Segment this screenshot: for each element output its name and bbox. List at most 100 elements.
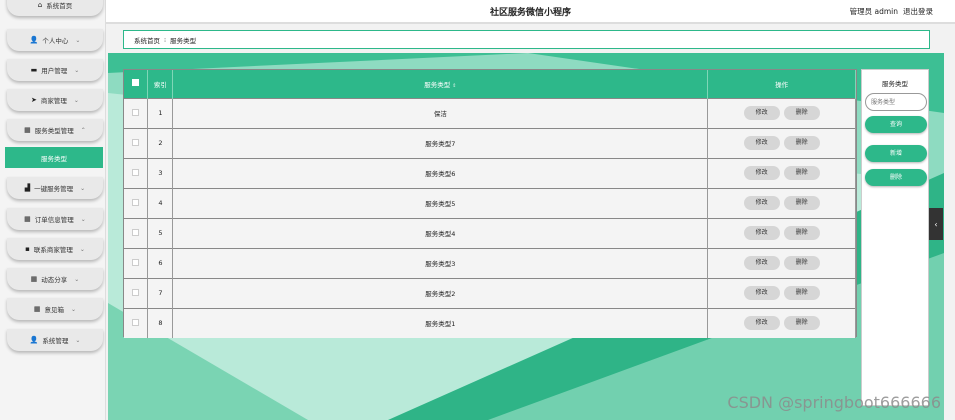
delete-button[interactable]: 删除 — [783, 226, 820, 240]
header-service-type[interactable]: 服务类型 ⇕ — [172, 70, 709, 98]
select-all-checkbox[interactable] — [132, 79, 140, 87]
header-select-all[interactable] — [124, 70, 149, 98]
edit-button[interactable]: 修改 — [743, 286, 780, 300]
sidebar-item-system[interactable]: 👤 系统管理 ⌄ — [7, 329, 103, 351]
search-panel: 服务类型 查询 新增 删除 — [861, 69, 929, 406]
user-label: 管理员 admin — [849, 7, 898, 16]
chevron-down-icon: ⌄ — [80, 215, 86, 223]
delete-button[interactable]: 删除 — [783, 196, 820, 210]
send-icon: ➤ — [31, 96, 37, 104]
row-checkbox[interactable] — [132, 168, 140, 176]
chevron-up-icon: ⌃ — [80, 126, 86, 134]
edit-button[interactable]: 修改 — [743, 196, 780, 210]
grid-icon: ▦ — [24, 215, 31, 223]
chevron-down-icon: ⌄ — [71, 305, 77, 313]
sidebar-item-label: 服务类型管理 — [34, 127, 74, 135]
delete-button[interactable]: 删除 — [783, 136, 820, 150]
delete-button[interactable]: 删除 — [783, 286, 820, 300]
table-header-row: 索引 服务类型 ⇕ 操作 — [124, 70, 856, 98]
table-row: 8 服务类型1 修改 删除 — [124, 308, 856, 338]
row-service-type: 服务类型4 — [172, 218, 709, 248]
delete-button[interactable]: 删除 — [783, 316, 820, 331]
row-service-type: 服务类型3 — [172, 248, 709, 278]
watermark: CSDN @springboot666666 — [727, 393, 941, 412]
sidebar-item-label: 系统管理 — [42, 337, 69, 345]
chevron-down-icon: ⌄ — [75, 336, 81, 344]
chat-icon: ▪ — [25, 245, 30, 253]
row-checkbox[interactable] — [132, 288, 140, 296]
table-row: 7 服务类型2 修改 删除 — [124, 278, 856, 308]
data-table-panel: 索引 服务类型 ⇕ 操作 1 保洁 修改 删除 2 服务类型7 修改 删除 3 服务类… — [123, 69, 857, 338]
sidebar-item-users[interactable]: ▬ 用户管理 ⌄ — [7, 59, 103, 81]
user-icon: 👤 — [29, 336, 39, 344]
logout-link[interactable]: 退出登录 — [903, 7, 933, 16]
breadcrumb: 系统首页 ⁝ 服务类型 — [123, 30, 930, 49]
service-type-table: 索引 服务类型 ⇕ 操作 1 保洁 修改 删除 2 服务类型7 修改 删除 3 服务类… — [124, 70, 856, 338]
folder-icon: ▬ — [30, 66, 38, 74]
row-index: 1 — [147, 98, 174, 128]
row-index: 8 — [147, 308, 174, 338]
edit-button[interactable]: 修改 — [743, 106, 780, 120]
sidebar-item-label: 意见箱 — [44, 306, 65, 314]
breadcrumb-home[interactable]: 系统首页 — [134, 35, 160, 45]
collapse-panel-button[interactable]: ‹ — [929, 208, 943, 240]
row-service-type: 服务类型2 — [172, 278, 709, 308]
edit-button[interactable]: 修改 — [743, 136, 780, 150]
edit-button[interactable]: 修改 — [743, 256, 780, 270]
table-row: 4 服务类型5 修改 删除 — [124, 188, 856, 218]
delete-button[interactable]: 删除 — [783, 256, 820, 270]
sidebar: ⌂ 系统首页 👤 个人中心 ⌄ ▬ 用户管理 ⌄ ➤ 商家管理 ⌄ ▦ 服务类型… — [0, 0, 106, 420]
sidebar-item-share[interactable]: ▦ 动态分享 ⌄ — [7, 268, 103, 290]
chevron-down-icon: ⌄ — [79, 245, 85, 253]
batch-delete-button[interactable]: 删除 — [865, 169, 927, 186]
breadcrumb-separator: ⁝ — [164, 35, 167, 44]
row-checkbox[interactable] — [132, 108, 140, 116]
row-checkbox[interactable] — [132, 258, 140, 266]
row-index: 5 — [147, 218, 174, 248]
delete-button[interactable]: 删除 — [783, 106, 820, 120]
row-checkbox[interactable] — [132, 318, 140, 326]
chevron-down-icon: ⌄ — [74, 66, 80, 74]
row-checkbox[interactable] — [132, 228, 140, 236]
edit-button[interactable]: 修改 — [743, 226, 780, 240]
query-button[interactable]: 查询 — [865, 116, 927, 133]
breadcrumb-current: 服务类型 — [170, 36, 197, 45]
row-service-type: 服务类型1 — [172, 308, 709, 338]
sidebar-item-one-click-service[interactable]: ▟ 一键服务管理 ⌄ — [7, 177, 103, 199]
sidebar-item-orders[interactable]: ▦ 订单信息管理 ⌄ — [7, 208, 103, 230]
grid-icon: ▦ — [30, 275, 38, 283]
sidebar-item-service-type-mgmt[interactable]: ▦ 服务类型管理 ⌃ — [7, 119, 103, 141]
row-index: 4 — [147, 188, 174, 218]
add-button[interactable]: 新增 — [865, 145, 927, 162]
sidebar-item-profile[interactable]: 👤 个人中心 ⌄ — [7, 29, 103, 51]
sidebar-subitem-service-type[interactable]: 服务类型 — [5, 147, 103, 168]
sort-icon[interactable]: ⇕ — [452, 83, 456, 89]
sidebar-item-feedback[interactable]: ▦ 意见箱 ⌄ — [7, 298, 103, 320]
grid-icon: ▦ — [24, 126, 31, 134]
header-actions: 操作 — [707, 70, 856, 98]
table-row: 3 服务类型6 修改 删除 — [124, 158, 856, 188]
sidebar-item-home[interactable]: ⌂ 系统首页 — [7, 0, 103, 16]
sidebar-item-label: 联系商家管理 — [33, 246, 73, 254]
table-row: 2 服务类型7 修改 删除 — [124, 128, 856, 158]
sidebar-subitem-label: 服务类型 — [41, 154, 67, 163]
user-info: 管理员 admin 退出登录 — [850, 6, 933, 17]
chevron-down-icon: ⌄ — [74, 275, 80, 283]
edit-button[interactable]: 修改 — [743, 166, 780, 180]
row-index: 7 — [147, 278, 174, 308]
sidebar-item-label: 系统首页 — [46, 2, 73, 10]
row-index: 6 — [147, 248, 174, 278]
delete-button[interactable]: 删除 — [783, 166, 820, 180]
row-service-type: 服务类型6 — [172, 158, 709, 188]
table-row: 6 服务类型3 修改 删除 — [124, 248, 856, 278]
search-input[interactable] — [865, 93, 927, 111]
sidebar-item-label: 个人中心 — [42, 37, 69, 45]
sidebar-item-merchants[interactable]: ➤ 商家管理 ⌄ — [7, 89, 103, 111]
row-service-type: 服务类型5 — [172, 188, 709, 218]
row-checkbox[interactable] — [132, 138, 140, 146]
sidebar-item-label: 商家管理 — [40, 97, 67, 105]
edit-button[interactable]: 修改 — [743, 316, 780, 331]
row-checkbox[interactable] — [132, 198, 140, 206]
sidebar-item-contact-merchant[interactable]: ▪ 联系商家管理 ⌄ — [7, 238, 103, 260]
table-row: 1 保洁 修改 删除 — [124, 98, 856, 128]
